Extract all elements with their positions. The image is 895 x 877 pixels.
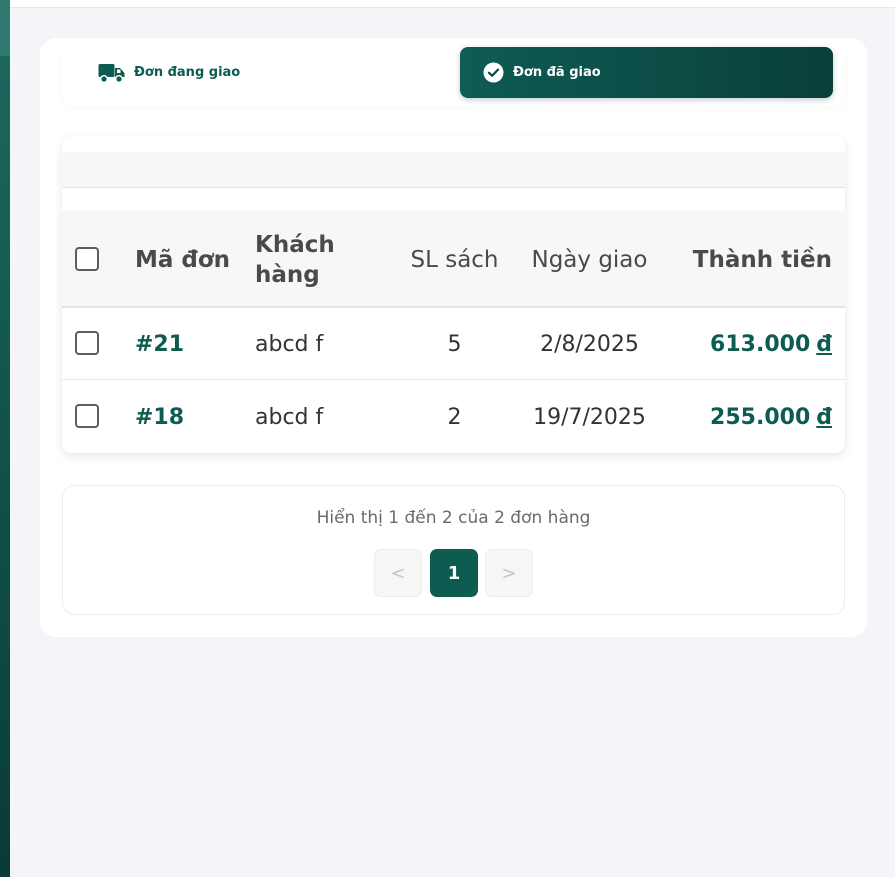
sidebar-edge-highlight <box>0 0 10 56</box>
order-total: 613.000 đ <box>667 308 832 380</box>
order-date: 19/7/2025 <box>533 404 646 430</box>
row-checkbox[interactable] <box>75 404 99 428</box>
order-customer: abcd f <box>255 331 324 357</box>
row-checkbox[interactable] <box>75 331 99 355</box>
currency-symbol: đ <box>816 404 832 430</box>
tab-delivered-orders[interactable]: Đơn đã giao <box>460 47 833 98</box>
check-circle-icon <box>483 62 504 83</box>
orders-panel: Đơn đang giao Đơn đã giao Mã đơn Khách h… <box>40 38 867 637</box>
table-toolbar <box>62 152 845 188</box>
order-total-amount: 613.000 <box>710 331 811 357</box>
column-header-date[interactable]: Ngày giao <box>522 211 657 308</box>
table-row[interactable]: #18 abcd f 2 19/7/2025 255.000 đ <box>62 381 845 453</box>
page-1-button[interactable]: 1 <box>430 549 478 597</box>
order-code-link[interactable]: #21 <box>135 308 184 380</box>
order-code-link[interactable]: #18 <box>135 381 184 453</box>
column-header-customer-line2: hàng <box>255 261 320 288</box>
order-date: 2/8/2025 <box>540 331 639 357</box>
next-page-button[interactable]: > <box>485 549 533 597</box>
pagination: Hiển thị 1 đến 2 của 2 đơn hàng < 1 > <box>62 485 845 615</box>
column-header-customer[interactable]: Khách hàng <box>255 211 335 308</box>
tab-shipping-label: Đơn đang giao <box>134 65 241 80</box>
order-status-tabs: Đơn đang giao Đơn đã giao <box>62 46 845 106</box>
order-total: 255.000 đ <box>667 381 832 453</box>
currency-symbol: đ <box>816 331 832 357</box>
column-header-quantity[interactable]: SL sách <box>402 211 507 308</box>
sidebar-edge <box>0 0 10 877</box>
order-quantity: 2 <box>447 404 462 430</box>
table-row[interactable]: #21 abcd f 5 2/8/2025 613.000 đ <box>62 308 845 380</box>
column-header-customer-line1: Khách <box>255 231 335 258</box>
orders-table: Mã đơn Khách hàng SL sách Ngày giao Thàn… <box>62 136 845 453</box>
pagination-info: Hiển thị 1 đến 2 của 2 đơn hàng <box>316 508 591 528</box>
truck-icon <box>98 63 125 83</box>
column-header-code[interactable]: Mã đơn <box>135 211 230 308</box>
column-header-total[interactable]: Thành tiền <box>667 211 832 308</box>
top-header-strip <box>10 0 895 8</box>
tab-delivered-label: Đơn đã giao <box>513 65 601 80</box>
order-customer: abcd f <box>255 404 324 430</box>
tab-shipping-orders[interactable]: Đơn đang giao <box>76 47 436 98</box>
order-total-amount: 255.000 <box>710 404 811 430</box>
table-header-row: Mã đơn Khách hàng SL sách Ngày giao Thàn… <box>62 211 845 308</box>
prev-page-button[interactable]: < <box>374 549 422 597</box>
select-all-checkbox[interactable] <box>75 247 99 271</box>
order-quantity: 5 <box>447 331 462 357</box>
